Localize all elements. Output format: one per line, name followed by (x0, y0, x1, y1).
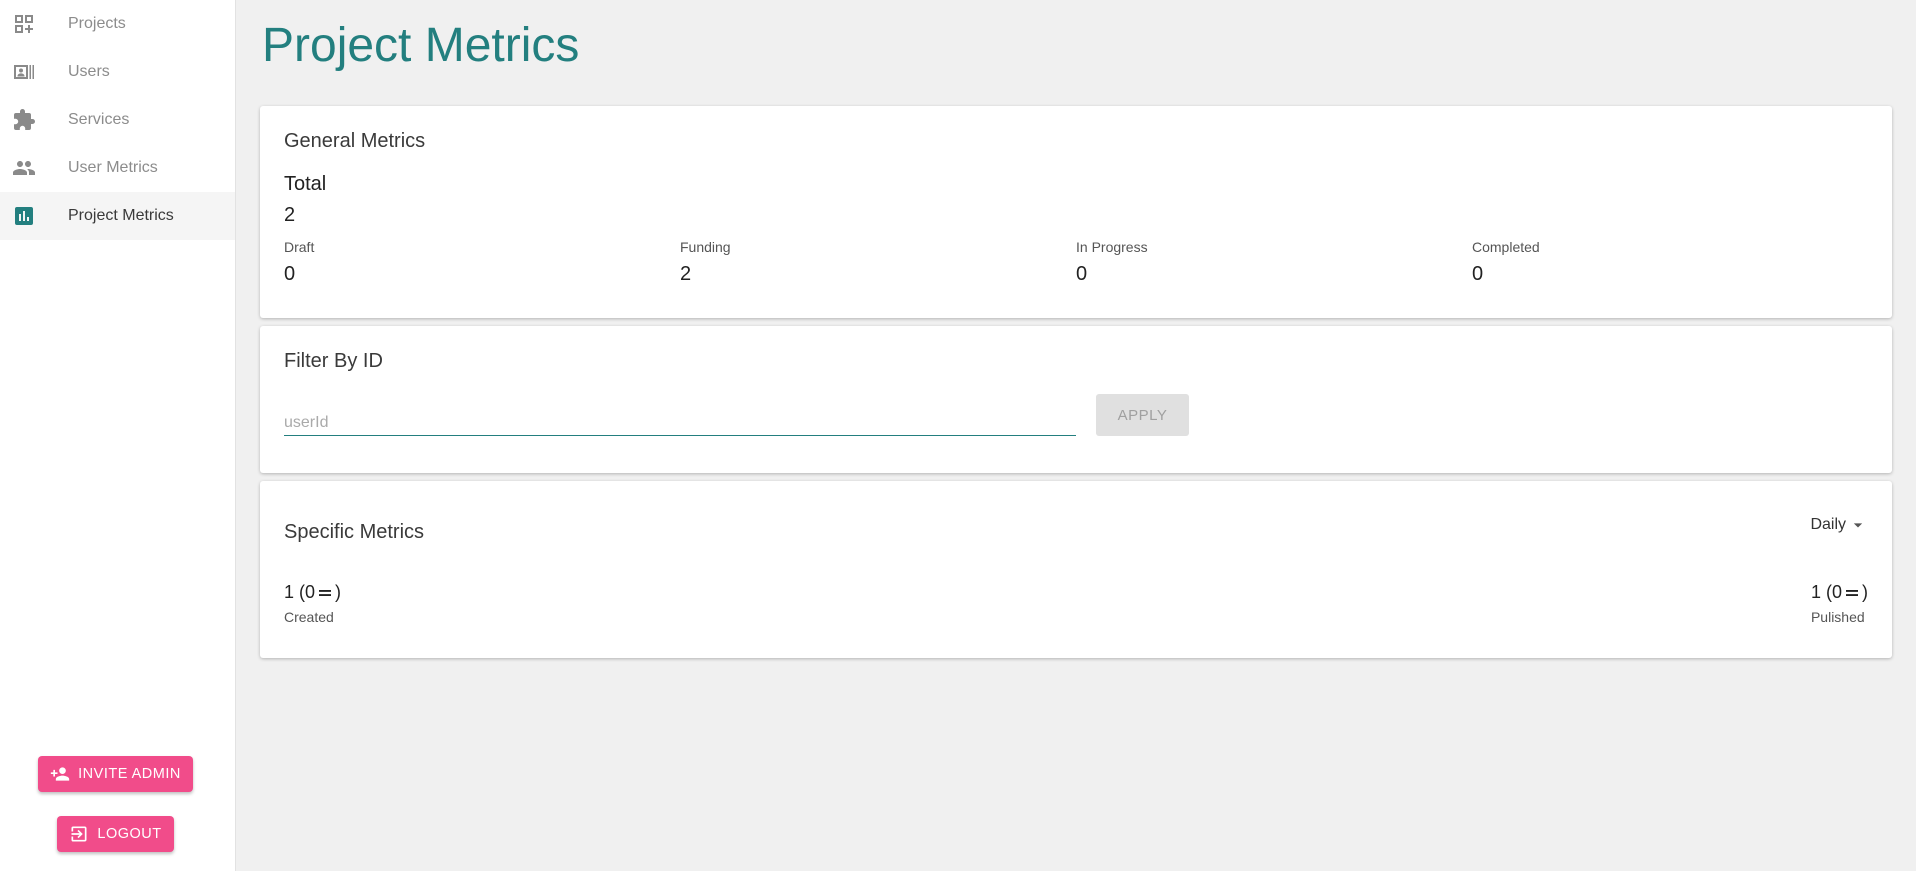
bar-chart-icon (12, 204, 36, 228)
stat-label: Completed (1472, 239, 1540, 255)
stat-completed: Completed 0 (1472, 239, 1868, 286)
arrow-drop-down-icon (1853, 522, 1863, 527)
sidebar-item-label: User Metrics (68, 159, 158, 176)
sidebar-item-projects[interactable]: Projects (0, 0, 235, 48)
stat-created: 1 (0) Created (284, 582, 341, 625)
stat-published: 1 (0) Pulished (1811, 582, 1868, 625)
sidebar-item-project-metrics[interactable]: Project Metrics (0, 192, 235, 240)
stat-draft: Draft 0 (284, 239, 680, 286)
apply-button[interactable]: APPLY (1096, 394, 1189, 436)
main-content: Project Metrics General Metrics Total 2 … (236, 0, 1916, 871)
stat-in-progress: In Progress 0 (1076, 239, 1472, 286)
logout-button[interactable]: LOGOUT (57, 816, 174, 852)
page-title: Project Metrics (262, 19, 580, 72)
sidebar-item-label: Services (68, 111, 130, 128)
sidebar-item-user-metrics[interactable]: User Metrics (0, 144, 235, 192)
general-metrics-card: General Metrics Total 2 Draft 0 Funding … (260, 106, 1892, 318)
specific-metrics-card: Specific Metrics Daily 1 (0) Created 1 (… (260, 481, 1892, 658)
app-root: Projects Users Services User Metrics Pro… (0, 0, 1916, 871)
status-stats-row: Draft 0 Funding 2 In Progress 0 Complete… (284, 239, 1868, 286)
equal-icon (316, 584, 334, 602)
puzzle-icon (12, 108, 36, 132)
invite-admin-label: INVITE ADMIN (78, 766, 181, 782)
created-delta: (0 (299, 582, 316, 602)
equal-icon (1843, 584, 1861, 602)
badge-list-icon (12, 60, 36, 84)
dashboard-customize-icon (12, 12, 36, 36)
sidebar-item-label: Project Metrics (68, 207, 174, 224)
total-value: 2 (284, 204, 296, 226)
stat-value: 0 (284, 263, 296, 285)
filter-by-id-card: Filter By ID APPLY (260, 326, 1892, 473)
logout-label: LOGOUT (97, 826, 162, 842)
published-delta-close: ) (1862, 582, 1868, 602)
sidebar-item-services[interactable]: Services (0, 96, 235, 144)
published-value: 1 (0) (1811, 582, 1868, 603)
published-delta: (0 (1825, 582, 1842, 602)
stat-value: 2 (680, 263, 692, 285)
sidebar-item-label: Projects (68, 15, 126, 32)
period-value: Daily (1810, 515, 1846, 533)
stat-funding: Funding 2 (680, 239, 1076, 286)
sidebar-item-users[interactable]: Users (0, 48, 235, 96)
stat-label: In Progress (1076, 239, 1148, 255)
filter-title: Filter By ID (284, 350, 383, 372)
published-count: 1 (1810, 582, 1821, 602)
sidebar-item-label: Users (68, 63, 110, 80)
created-delta-close: ) (335, 582, 342, 602)
stat-label: Draft (284, 239, 315, 255)
created-value: 1 (0) (284, 582, 341, 603)
specific-metrics-title: Specific Metrics (284, 521, 425, 543)
general-metrics-title: General Metrics (284, 130, 426, 152)
invite-admin-button[interactable]: INVITE ADMIN (38, 756, 193, 792)
filter-row: APPLY (284, 394, 1868, 436)
person-add-icon (50, 767, 70, 781)
logout-icon (71, 826, 87, 842)
stat-value: 0 (1472, 263, 1484, 285)
sidebar: Projects Users Services User Metrics Pro… (0, 0, 236, 871)
total-label: Total (284, 173, 327, 195)
stat-value: 0 (1076, 263, 1088, 285)
created-label: Created (284, 609, 334, 625)
specific-metrics-header: Specific Metrics Daily (284, 516, 1868, 544)
stat-label: Funding (680, 239, 731, 255)
user-id-input[interactable] (284, 402, 1076, 436)
period-select[interactable]: Daily (1810, 515, 1868, 535)
created-count: 1 (284, 582, 295, 602)
specific-stats-row: 1 (0) Created 1 (0) Pulished (284, 582, 1868, 625)
people-icon (12, 156, 36, 180)
published-label: Pulished (1810, 609, 1865, 625)
